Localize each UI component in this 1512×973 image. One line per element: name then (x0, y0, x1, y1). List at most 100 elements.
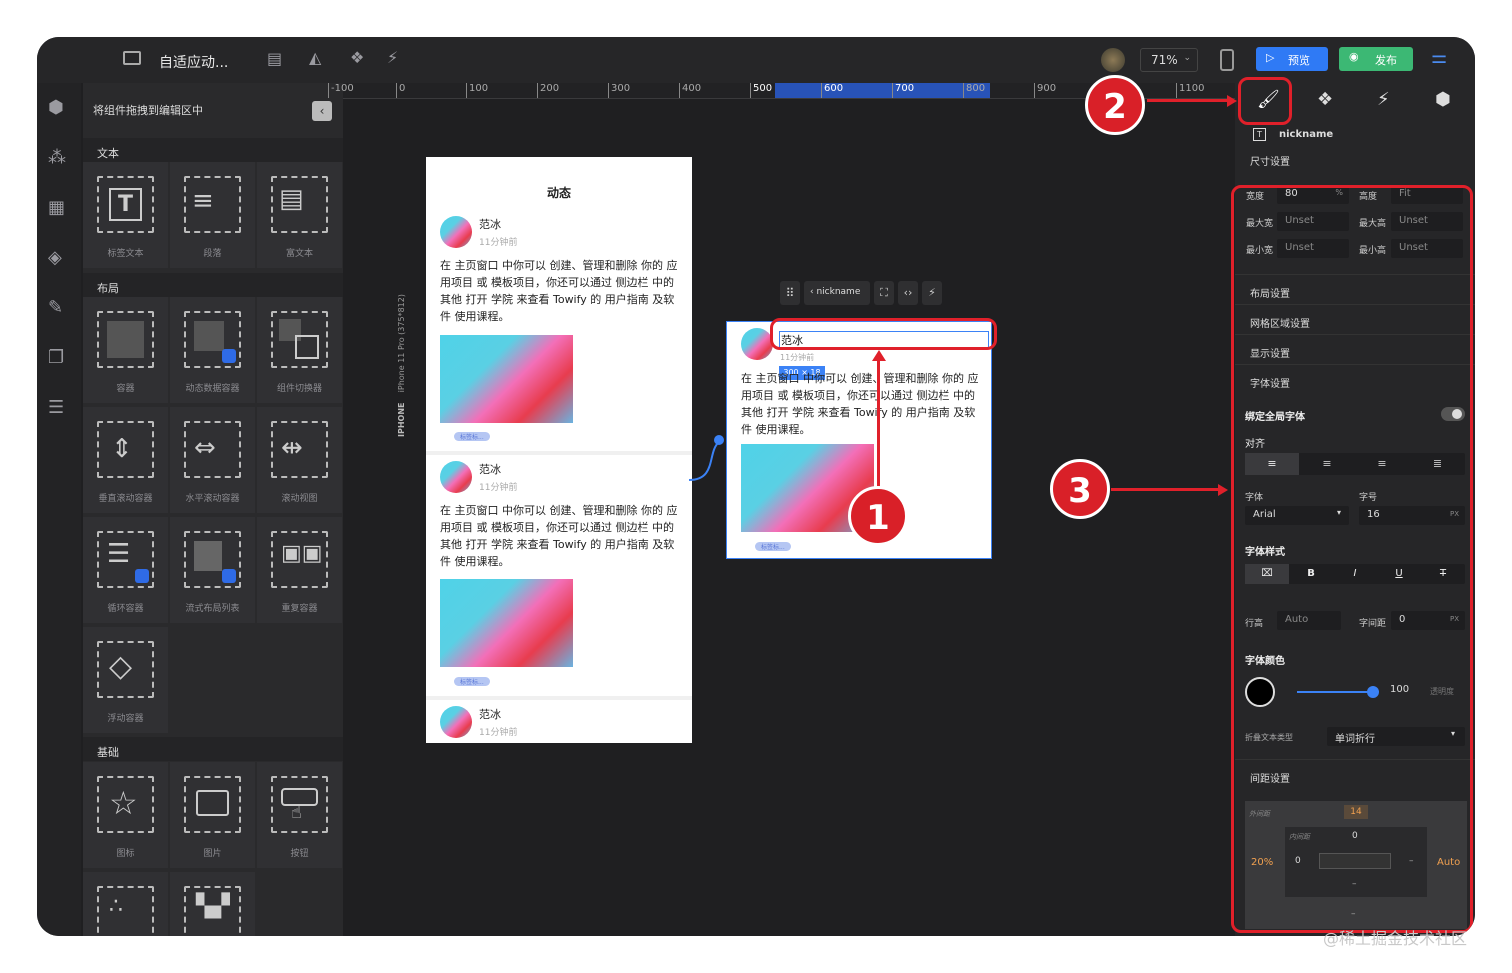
bolt-icon[interactable]: ⚡ (387, 50, 398, 66)
component-floating-container[interactable]: ◇ 浮动容器 (83, 627, 168, 733)
component-rich-text[interactable]: ▤ 富文本 (257, 162, 342, 268)
package-icon[interactable]: ⬢ (1435, 91, 1451, 109)
component-label: 标签文本 (107, 249, 144, 259)
dots-icon: ∴ (97, 886, 154, 936)
device-label: IPHONE iPhone 11 Pro (375*812) (397, 294, 406, 437)
component-loop-container[interactable]: ☰ 循环容器 (83, 517, 168, 623)
device-icon[interactable] (1220, 49, 1234, 71)
component-label: 水平滚动容器 (185, 494, 240, 504)
arrow-line-1 (877, 359, 880, 505)
avatar[interactable] (1101, 48, 1125, 72)
drag-handle-icon[interactable]: ⠿ (780, 281, 800, 305)
post-time: 11分钟前 (479, 483, 518, 493)
component-image[interactable]: 图片 (170, 762, 255, 868)
component-dots[interactable]: ∴ (83, 872, 168, 936)
loop-container-icon: ☰ (97, 531, 154, 588)
component-flow-list[interactable]: 流式布局列表 (170, 517, 255, 623)
text-component-icon: T (1253, 128, 1266, 141)
ruler-tick-label: 0 (396, 83, 405, 98)
component-label: 浮动容器 (107, 714, 144, 724)
divider (426, 696, 692, 700)
post-body: 在 主页窗口 中你可以 创建、管理和删除 你的 应用项目 或 模板项目，你还可以… (440, 504, 678, 568)
publish-label: 发布 (1375, 54, 1397, 67)
horizontal-scroll-icon: ⇔ (184, 421, 241, 478)
zoom-select[interactable]: 71% ⌄ (1140, 48, 1198, 72)
publish-button[interactable]: ◉ 发布 (1339, 47, 1413, 71)
chevron-down-icon: ⌄ (1183, 53, 1191, 63)
component-horizontal-scroll[interactable]: ⇔ 水平滚动容器 (170, 407, 255, 513)
component-label: 容器 (116, 384, 135, 394)
parent-select-button[interactable]: ‹ nickname (804, 281, 870, 305)
selected-name: nickname (816, 287, 861, 297)
preview-button[interactable]: ▷ 预览 (1256, 47, 1328, 71)
component-label: 垂直滚动容器 (98, 494, 153, 504)
component-switcher[interactable]: 组件切换器 (257, 297, 342, 403)
component-dynamic-container[interactable]: 动态数据容器 (170, 297, 255, 403)
page-title: 动态 (546, 186, 571, 200)
cube-icon[interactable]: ⬢ (48, 99, 64, 117)
post-body: 在 主页窗口 中你可以 创建、管理和删除 你的 应用项目 或 模板项目，你还可以… (741, 372, 979, 436)
post-author: 范冰 (479, 218, 501, 231)
page-icon[interactable]: ▤ (267, 51, 282, 67)
settings-sliders-icon[interactable]: ⚌ (1431, 49, 1447, 67)
component-button[interactable]: ☝ 按钮 (257, 762, 342, 868)
play-icon: ▷ (1266, 51, 1275, 64)
eye-icon: ◉ (1349, 50, 1359, 63)
shapes-icon[interactable]: ⁂ (48, 149, 66, 167)
arrow-head-1 (872, 350, 886, 361)
scroll-view-icon: ⇹ (271, 421, 328, 478)
paragraph-icon: ≡ (184, 176, 241, 233)
avatar (440, 216, 472, 248)
text-t-icon: T (97, 176, 154, 233)
component-repeat-container[interactable]: ▣▣ 重复容器 (257, 517, 342, 623)
pages-icon[interactable]: ❐ (48, 349, 64, 367)
grid-icon[interactable]: ▦ (48, 199, 65, 217)
device-model: iPhone 11 Pro (375*812) (397, 294, 406, 393)
post-time: 11分钟前 (780, 353, 815, 362)
post-author: 范冰 (479, 708, 501, 721)
diamond-icon[interactable]: ❖ (1317, 91, 1333, 109)
rich-text-icon: ▤ (271, 176, 328, 233)
floating-container-icon: ◇ (97, 641, 154, 698)
component-label: 组件切换器 (276, 384, 322, 394)
post-tag: 标签标... (454, 432, 490, 441)
section-layout: 布局 (83, 273, 343, 297)
component-label: 按钮 (290, 849, 309, 859)
component-qrcode[interactable]: ▚▞ (170, 872, 255, 936)
triangle-icon[interactable]: ◭ (309, 50, 321, 66)
button-click-icon: ☝ (271, 776, 328, 833)
post-author: 范冰 (479, 463, 501, 476)
component-vertical-scroll[interactable]: ⇕ 垂直滚动容器 (83, 407, 168, 513)
component-label-text[interactable]: T 标签文本 (83, 162, 168, 268)
code-icon[interactable]: ‹› (898, 281, 918, 305)
flow-list-icon (184, 531, 241, 588)
layers-icon[interactable]: ◈ (48, 249, 62, 267)
component-container[interactable]: 容器 (83, 297, 168, 403)
ruler-tick-label: -100 (328, 83, 354, 98)
component-label: 滚动视图 (281, 494, 318, 504)
component-scroll-view[interactable]: ⇹ 滚动视图 (257, 407, 342, 513)
divider (426, 451, 692, 455)
list-icon[interactable]: ☰ (48, 399, 64, 417)
brush-icon[interactable]: ✎ (48, 299, 63, 317)
floating-toolbar: ⠿ ‹ nickname ⛶ ‹› ⚡ (780, 281, 945, 305)
bolt-icon[interactable]: ⚡ (922, 281, 942, 305)
sidebar-toggle-icon[interactable] (123, 51, 141, 65)
ruler-tick-label: 600 (821, 83, 843, 98)
phone-preview[interactable]: 动态 范冰 11分钟前 在 主页窗口 中你可以 创建、管理和删除 你的 应用项目… (426, 157, 692, 743)
ruler-tick-label: 800 (963, 83, 985, 98)
arrow-head-3 (1218, 484, 1228, 496)
component-paragraph[interactable]: ≡ 段落 (170, 162, 255, 268)
post-tag: 标签标... (454, 677, 490, 686)
bolt-icon[interactable]: ⚡ (1377, 91, 1390, 109)
components-icon[interactable]: ❖ (350, 50, 364, 66)
ruler-selection (775, 83, 990, 98)
component-icon[interactable]: ☆ 图标 (83, 762, 168, 868)
section-basic: 基础 (83, 737, 343, 761)
expand-icon[interactable]: ⛶ (874, 281, 894, 305)
ruler-tick-label: 900 (1034, 83, 1056, 98)
collapse-panel-button[interactable]: ‹ (312, 101, 332, 121)
vertical-scroll-icon: ⇕ (97, 421, 154, 478)
annotation-badge-2: 2 (1085, 75, 1145, 135)
project-title[interactable]: 自适应动... (159, 52, 228, 72)
